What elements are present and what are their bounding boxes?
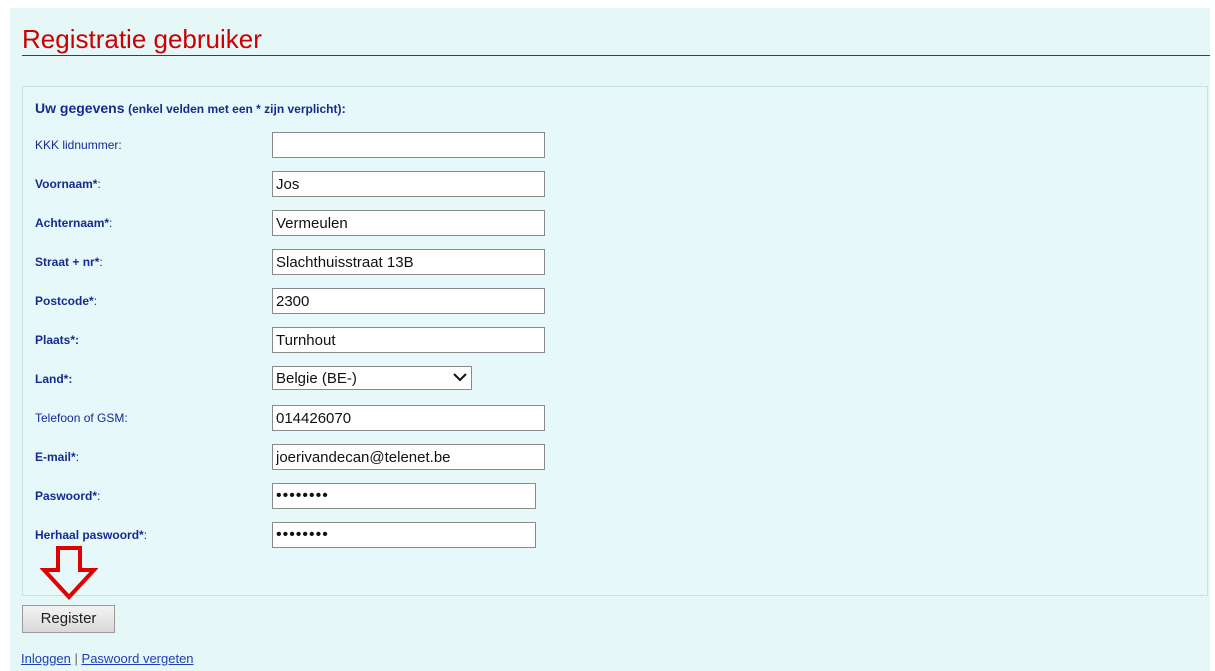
label-land: Land*: [35,372,73,386]
kkk-lidnummer-input[interactable] [272,132,545,158]
email-input[interactable] [272,444,545,470]
form-heading: Uw gegevens (enkel velden met een * zijn… [35,100,346,116]
herhaal-paswoord-input[interactable] [272,522,536,548]
label-voornaam: Voornaam*: [35,177,101,191]
plaats-input[interactable] [272,327,545,353]
register-button[interactable]: Register [22,605,115,633]
label-postcode: Postcode*: [35,294,98,308]
forgot-password-link[interactable]: Paswoord vergeten [82,651,194,666]
footer-links: Inloggen | Paswoord vergeten [21,651,194,666]
label-email: E-mail*: [35,450,80,464]
title-divider [22,55,1210,56]
achternaam-input[interactable] [272,210,545,236]
form-heading-note: (enkel velden met een * zijn verplicht) [128,102,342,116]
label-telefoon: Telefoon of GSM: [35,411,128,425]
label-straat-nr: Straat + nr*: [35,255,103,269]
label-plaats: Plaats*: [35,333,80,347]
registration-form: Uw gegevens (enkel velden met een * zijn… [22,86,1208,596]
land-selected-value: Belgie (BE-) [276,370,357,387]
page-title: Registratie gebruiker [22,24,262,54]
label-paswoord: Paswoord*: [35,489,101,503]
land-select[interactable]: Belgie (BE-) [272,366,472,390]
page-container: Registratie gebruiker Uw gegevens (enkel… [10,8,1210,671]
label-achternaam: Achternaam*: [35,216,113,230]
voornaam-input[interactable] [272,171,545,197]
postcode-input[interactable] [272,288,545,314]
paswoord-input[interactable] [272,483,536,509]
label-herhaal-paswoord: Herhaal paswoord*: [35,528,148,542]
login-link[interactable]: Inloggen [21,651,71,666]
link-separator: | [74,651,78,666]
label-kkk-lidnummer: KKK lidnummer: [35,138,122,152]
chevron-down-icon [452,368,468,392]
straat-nr-input[interactable] [272,249,545,275]
form-heading-main: Uw gegevens [35,100,125,116]
down-arrow-icon [39,546,99,605]
telefoon-input[interactable] [272,405,545,431]
form-heading-colon: : [341,101,346,116]
